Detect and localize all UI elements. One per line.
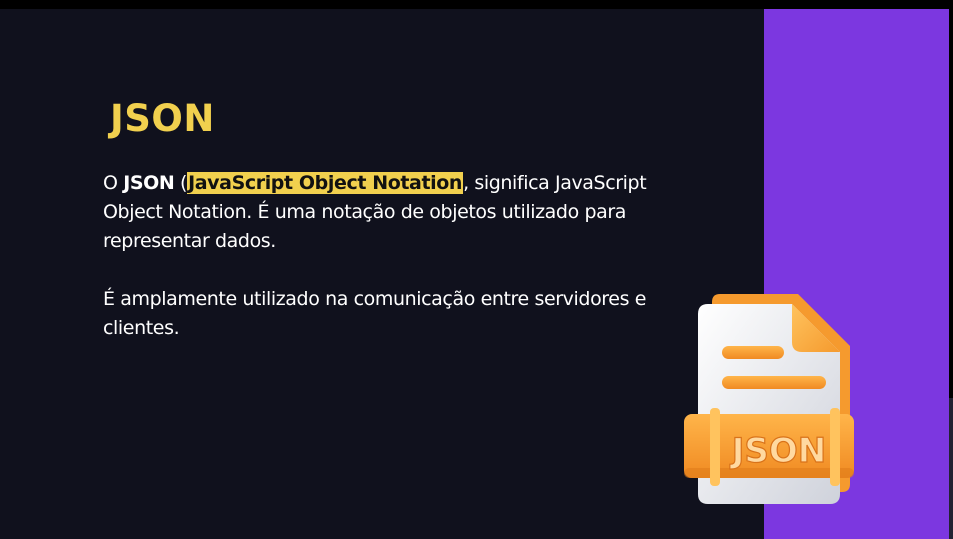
slide-title: JSON — [110, 97, 215, 140]
paren-open: ( — [174, 172, 188, 194]
highlighted-expansion: JavaScript Object Notation — [187, 172, 464, 194]
slide-body: O JSON (JavaScript Object Notation, sign… — [103, 169, 703, 343]
paragraph-prefix: O — [103, 172, 124, 194]
paragraph-definition: O JSON (JavaScript Object Notation, sign… — [103, 169, 703, 256]
paragraph-usage: É amplamente utilizado na comunicação en… — [103, 288, 646, 339]
presentation-viewer: JSON O JSON (JavaScript Object Notation,… — [0, 0, 953, 539]
right-edge-lower — [949, 398, 953, 539]
json-file-icon: JSON — [684, 294, 854, 504]
top-strip — [0, 0, 953, 9]
icon-json-label: JSON — [730, 431, 827, 471]
json-term: JSON — [123, 172, 175, 194]
